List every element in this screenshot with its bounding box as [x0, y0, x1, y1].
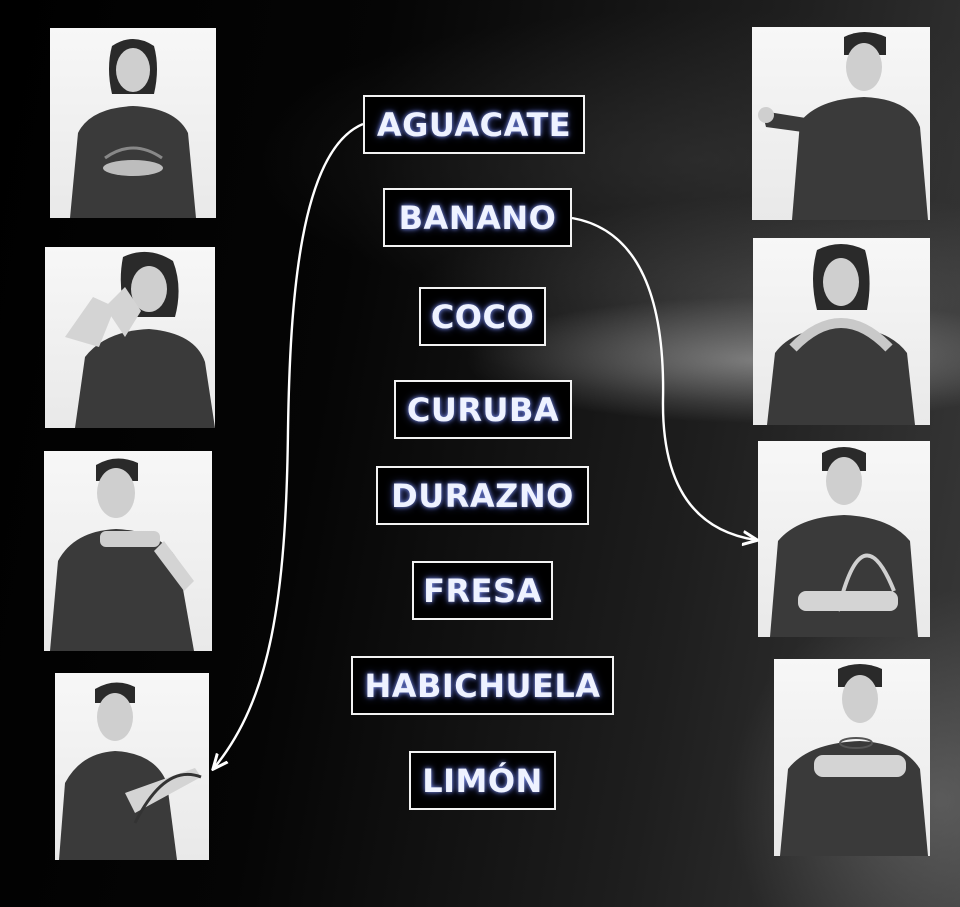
arrow-aguacate-to-photo: [214, 122, 364, 768]
word-aguacate[interactable]: AGUACATE: [363, 95, 585, 154]
word-coco[interactable]: COCO: [419, 287, 546, 346]
word-habichuela[interactable]: HABICHUELA: [351, 656, 614, 715]
word-fresa[interactable]: FRESA: [412, 561, 553, 620]
word-durazno[interactable]: DURAZNO: [376, 466, 589, 525]
word-limon[interactable]: LIMÓN: [409, 751, 556, 810]
word-curuba[interactable]: CURUBA: [394, 380, 572, 439]
arrow-banano-to-photo: [571, 216, 756, 540]
word-banano[interactable]: BANANO: [383, 188, 572, 247]
